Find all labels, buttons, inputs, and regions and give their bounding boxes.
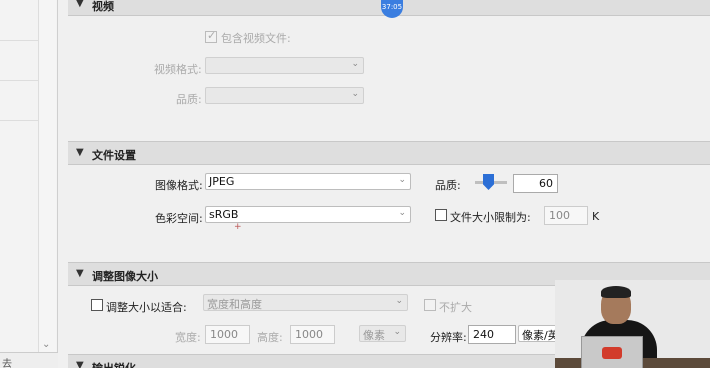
collapse-triangle-icon[interactable]: ▼	[76, 268, 84, 279]
sidebar-divider	[0, 40, 38, 41]
sidebar-footer-text: 去	[2, 359, 12, 368]
cursor-plus-icon: +	[234, 222, 242, 232]
height-label: 高度:	[257, 331, 283, 344]
video-format-select[interactable]: ⌄	[205, 57, 364, 74]
section-title: 调整图像大小	[92, 270, 158, 283]
limit-size-checkbox[interactable]	[435, 209, 447, 221]
width-input[interactable]: 1000	[205, 325, 250, 344]
limit-size-unit: K	[592, 210, 600, 223]
sidebar-scrollbar[interactable]: ⌄	[38, 0, 56, 352]
collapse-triangle-icon[interactable]: ▼	[76, 0, 84, 9]
resize-mode-select[interactable]: 宽度和高度 ⌄	[203, 294, 408, 311]
presenter-hair	[601, 286, 631, 298]
chevron-down-icon: ⌄	[351, 59, 359, 69]
chevron-down-icon: ⌄	[395, 296, 403, 306]
video-format-label: 视频格式:	[154, 63, 202, 76]
resize-to-fit-checkbox[interactable]	[91, 299, 103, 311]
sidebar-divider	[0, 80, 38, 81]
width-label: 宽度:	[175, 331, 201, 344]
image-format-select[interactable]: JPEG ⌄	[205, 173, 411, 190]
sidebar-divider	[0, 120, 38, 121]
chevron-down-icon: ⌄	[393, 327, 401, 337]
include-video-label: 包含视频文件:	[221, 32, 291, 45]
resolution-label: 分辨率:	[430, 331, 467, 344]
quality-label: 品质:	[435, 179, 461, 192]
section-title: 输出锐化	[92, 360, 136, 368]
chevron-down-icon: ⌄	[398, 208, 406, 218]
section-title: 视频	[92, 0, 114, 13]
section-header-file-settings[interactable]: ▼ 文件设置	[68, 141, 710, 165]
collapse-triangle-icon[interactable]: ▼	[76, 360, 84, 368]
resolution-input[interactable]: 240	[468, 325, 516, 344]
include-video-checkbox[interactable]	[205, 29, 217, 43]
chevron-down-icon: ⌄	[398, 175, 406, 185]
left-sidebar: ⌄ 去	[0, 0, 58, 368]
size-unit-select[interactable]: 像素 ⌄	[359, 325, 406, 342]
video-quality-label: 品质:	[176, 93, 202, 106]
chevron-down-icon: ⌄	[351, 89, 359, 99]
quality-input[interactable]: 60	[513, 174, 558, 193]
resize-to-fit-label: 调整大小以适合:	[106, 301, 187, 314]
dont-enlarge-label: 不扩大	[439, 301, 472, 314]
section-title: 文件设置	[92, 149, 136, 162]
chevron-down-icon[interactable]: ⌄	[42, 339, 50, 350]
collapse-triangle-icon[interactable]: ▼	[76, 147, 84, 158]
video-quality-select[interactable]: ⌄	[205, 87, 364, 104]
webcam-overlay	[555, 280, 710, 368]
limit-size-input[interactable]: 100	[544, 206, 588, 225]
color-space-select[interactable]: sRGB ⌄	[205, 206, 411, 223]
dont-enlarge-checkbox[interactable]	[424, 299, 436, 311]
limit-size-label: 文件大小限制为:	[450, 211, 531, 224]
quality-slider-thumb[interactable]	[483, 174, 494, 190]
image-format-label: 图像格式:	[155, 179, 203, 192]
color-space-label: 色彩空间:	[155, 212, 203, 225]
laptop-logo-icon	[602, 347, 622, 359]
height-input[interactable]: 1000	[290, 325, 335, 344]
sidebar-footer: 去	[0, 352, 58, 368]
laptop	[581, 336, 643, 368]
